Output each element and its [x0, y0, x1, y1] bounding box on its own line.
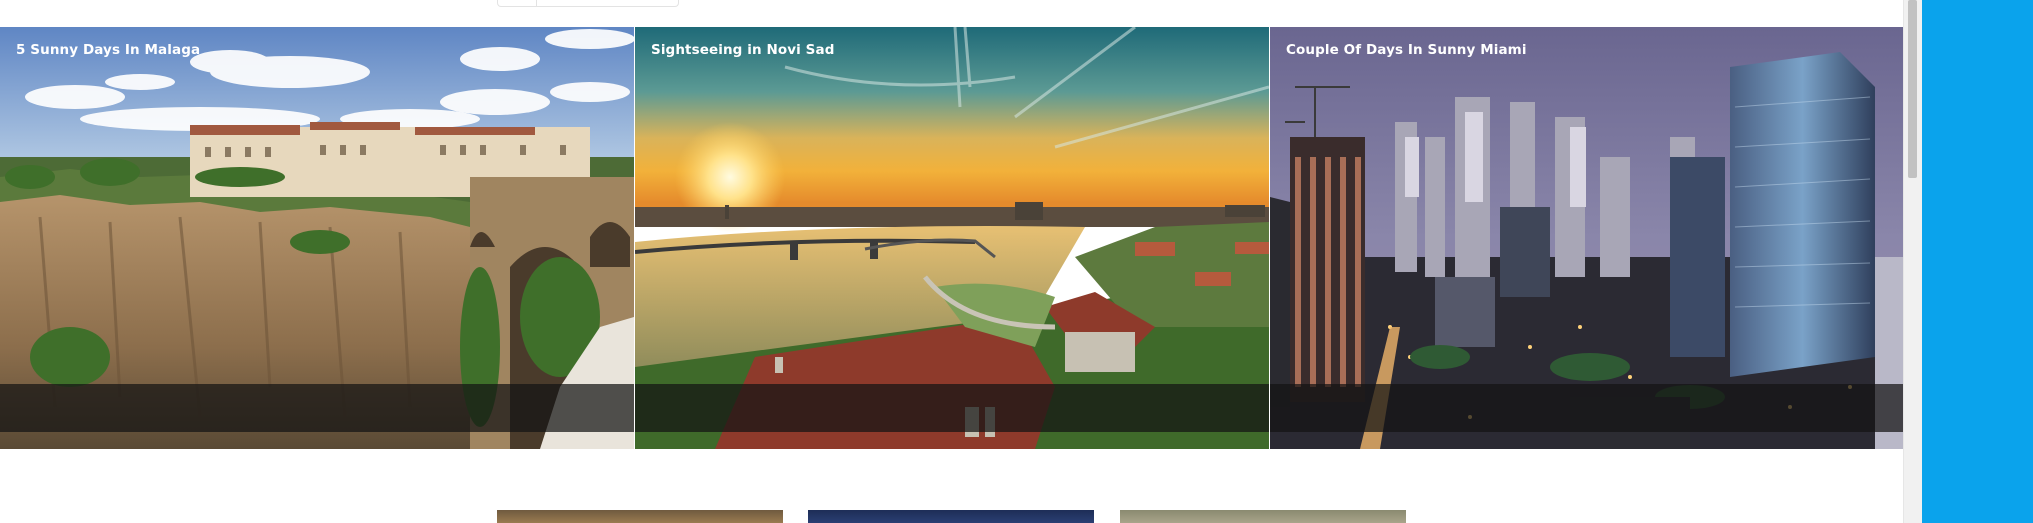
gallery-card-miami[interactable]: Couple Of Days In Sunny Miami: [1270, 27, 1905, 449]
side-panel: [1922, 0, 2033, 523]
caption-bar: [0, 384, 634, 432]
scrollbar-thumb[interactable]: [1908, 0, 1917, 178]
caption-bar: [635, 384, 1269, 432]
post-thumbnail[interactable]: [808, 510, 1094, 523]
vertical-scrollbar[interactable]: [1903, 0, 1922, 523]
gallery-card-novi-sad[interactable]: Sightseeing in Novi Sad: [635, 27, 1270, 449]
post-thumbnail[interactable]: [1120, 510, 1406, 523]
caption-bar: [1270, 384, 1905, 432]
top-tab-remnant: [497, 0, 679, 7]
card-title[interactable]: Sightseeing in Novi Sad: [651, 42, 834, 58]
card-title[interactable]: Couple Of Days In Sunny Miami: [1286, 42, 1527, 58]
card-title[interactable]: 5 Sunny Days In Malaga: [16, 42, 200, 58]
gallery-card-malaga[interactable]: 5 Sunny Days In Malaga: [0, 27, 635, 449]
featured-gallery: 5 Sunny Days In Malaga Sightseeing in No…: [0, 27, 1905, 449]
post-thumbnail[interactable]: [497, 510, 783, 523]
